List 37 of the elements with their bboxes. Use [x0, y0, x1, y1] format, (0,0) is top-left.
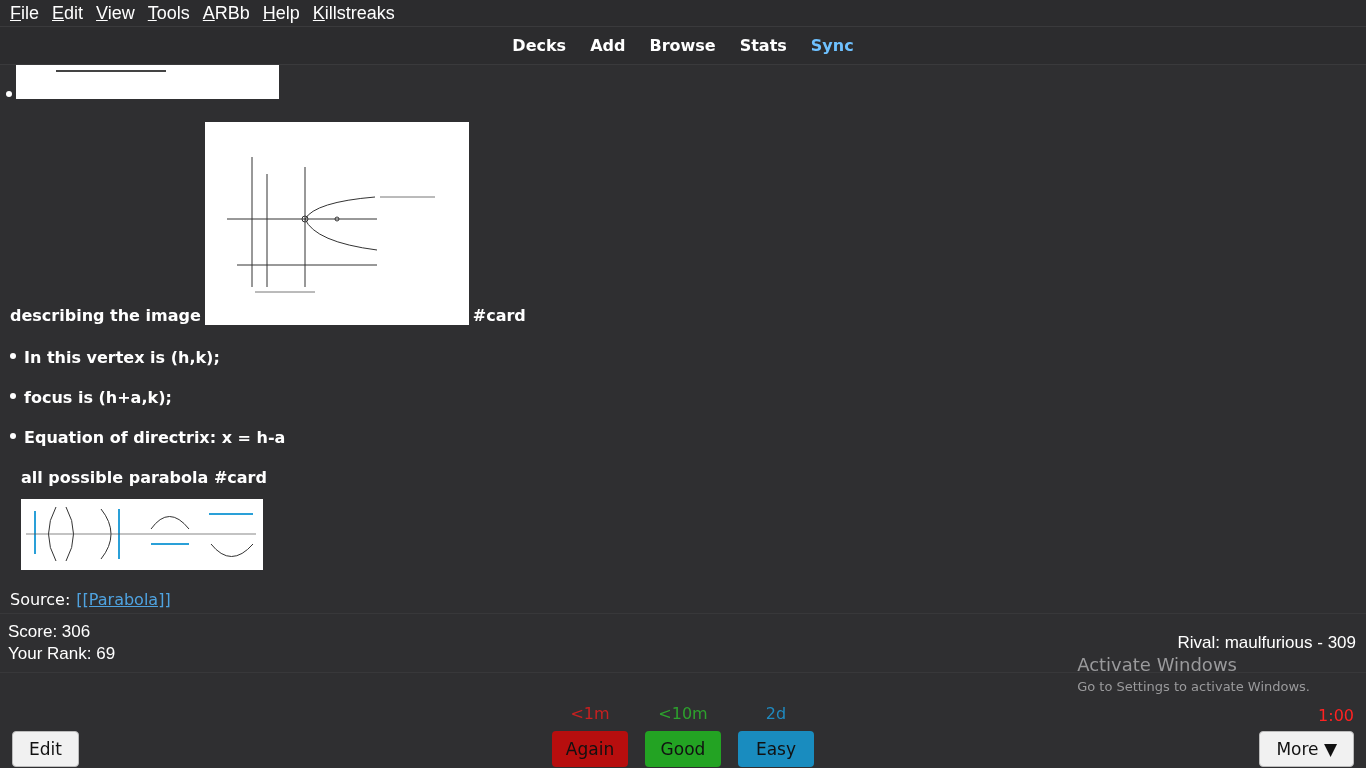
- bullet-icon: [6, 91, 12, 97]
- menu-item[interactable]: View: [96, 2, 135, 24]
- answer-button[interactable]: Good: [645, 731, 721, 767]
- toolbar-link[interactable]: Decks: [500, 36, 579, 55]
- score-text: Score: 306: [8, 622, 92, 642]
- activation-title: Activate Windows: [1077, 654, 1238, 675]
- timer-text: 1:00: [1318, 706, 1354, 725]
- card-tag: #card: [472, 306, 526, 325]
- bullet-icon: [10, 353, 16, 359]
- toolbar-link[interactable]: Stats: [727, 36, 799, 55]
- menu-item[interactable]: ARBb: [202, 2, 250, 24]
- source-link[interactable]: [[Parabola]]: [76, 590, 171, 609]
- menu-item[interactable]: Edit: [52, 2, 84, 24]
- card-text: describing the image: [10, 306, 201, 325]
- activation-text: Go to Settings to activate Windows.: [1077, 679, 1310, 694]
- menu-item[interactable]: Tools: [147, 2, 190, 24]
- bullet-text: focus is (h+a,k);: [24, 387, 172, 407]
- toolbar-link[interactable]: Sync: [798, 36, 866, 55]
- edit-button[interactable]: Edit: [12, 731, 79, 767]
- toolbar-link[interactable]: Browse: [637, 36, 728, 55]
- bullet-text: Equation of directrix: x = h-a: [24, 427, 286, 447]
- menu-item[interactable]: File: [10, 2, 39, 24]
- menu-item[interactable]: Help: [262, 2, 300, 24]
- interval-label: <10m: [658, 704, 708, 723]
- rival-text: Rival: maulfurious - 309: [1177, 633, 1356, 653]
- interval-label: 2d: [765, 704, 787, 723]
- card-heading: all possible parabola #card: [21, 467, 267, 487]
- menu-item[interactable]: Killstreaks: [312, 2, 395, 24]
- rank-text: Your Rank: 69: [8, 644, 116, 664]
- bullet-text: In this vertex is (h,k);: [24, 347, 220, 367]
- interval-label: <1m: [570, 704, 610, 723]
- source-label: Source:: [10, 590, 71, 609]
- bullet-icon: [10, 433, 16, 439]
- answer-button[interactable]: Easy: [738, 731, 814, 767]
- more-button[interactable]: More ▼: [1259, 731, 1354, 767]
- toolbar-link[interactable]: Add: [578, 36, 638, 55]
- bullet-icon: [10, 393, 16, 399]
